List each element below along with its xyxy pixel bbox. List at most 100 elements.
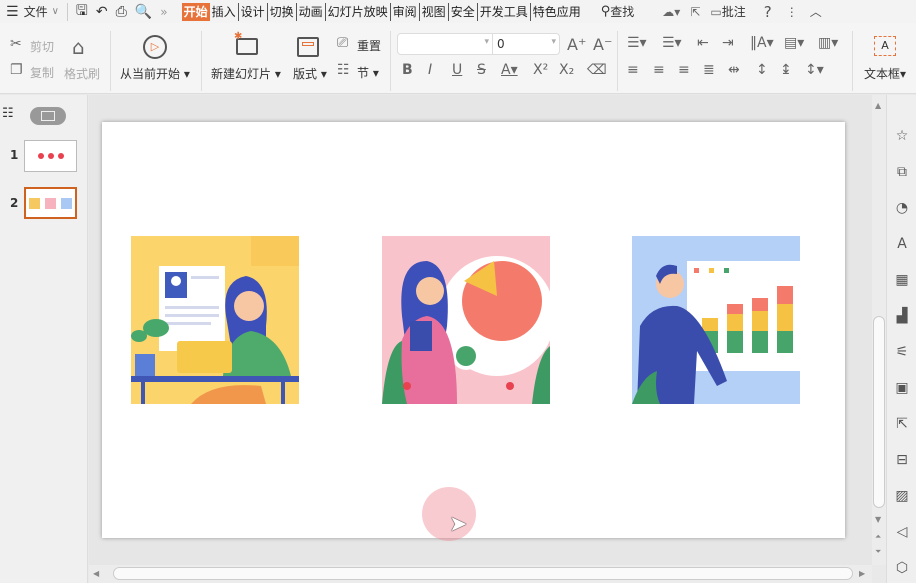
paragraph-spacing-icon[interactable]: ↨ [780, 62, 792, 78]
file-menu[interactable]: 文件 [24, 3, 48, 20]
next-slide-icon[interactable]: ⏷ [875, 547, 881, 557]
scroll-down-icon[interactable]: ▼ [875, 515, 881, 524]
tab-insert[interactable]: 插入 [210, 2, 239, 21]
chevron-down-icon[interactable]: ∨ [52, 6, 59, 17]
textbox-button[interactable]: 文本框▾ [864, 65, 906, 82]
help-button[interactable]: ? [764, 3, 772, 21]
print-preview-icon[interactable]: 🔍 [135, 4, 152, 20]
tab-transition[interactable]: 切换 [268, 2, 297, 21]
more-icon[interactable]: » [160, 5, 167, 19]
spacing-options-icon[interactable]: ↕▾ [805, 62, 824, 78]
slide-number: 1 [10, 148, 19, 162]
tab-special[interactable]: 特色应用 [531, 3, 583, 21]
numbered-list-icon[interactable]: ☰▾ [662, 35, 682, 51]
share-icon[interactable]: ⇱ [690, 5, 700, 19]
eraser-icon[interactable]: ⌫ [587, 62, 607, 78]
cloud-icon[interactable]: ☁▾ [662, 5, 680, 19]
textbox-icon: A [874, 36, 896, 56]
search-icon[interactable]: ⚲ [601, 4, 611, 19]
comment-button[interactable]: 批注 [722, 3, 746, 20]
comment-icon[interactable]: ▭ [710, 5, 721, 19]
tab-review[interactable]: 审阅 [391, 2, 420, 21]
tab-developer[interactable]: 开发工具 [478, 2, 531, 21]
security-badge-icon[interactable]: ⬡ [893, 559, 911, 577]
italic-icon[interactable]: I [428, 62, 432, 78]
undo-icon[interactable]: ↶ [96, 4, 108, 20]
justify-icon[interactable]: ≣ [703, 62, 715, 78]
bold-icon[interactable]: B [402, 62, 413, 78]
chart-icon[interactable]: ▟ [893, 307, 911, 325]
section-button[interactable]: 节 ▾ [357, 64, 379, 81]
copy-icon: ❐ [10, 62, 23, 78]
transition-icon[interactable]: ⧉ [893, 163, 911, 181]
align-left-icon[interactable]: ≡ [627, 62, 639, 78]
superscript-icon[interactable]: X² [533, 62, 548, 78]
shapes-icon[interactable]: ◔ [893, 199, 911, 217]
tab-design[interactable]: 设计 [239, 2, 268, 21]
horizontal-scroll-thumb[interactable] [113, 567, 853, 580]
slide-view-toggle[interactable] [30, 107, 66, 125]
man-presenting-bar-chart-illustration[interactable] [632, 236, 800, 404]
outline-view-icon[interactable]: ☷ [2, 106, 14, 121]
share-export-icon[interactable]: ⇱ [893, 415, 911, 433]
slide-thumbnail-1[interactable] [24, 140, 77, 172]
distribute-icon[interactable]: ⇹ [728, 62, 740, 78]
decrease-font-icon[interactable]: A⁻ [593, 35, 612, 54]
picture-gallery-icon[interactable]: ▣ [893, 379, 911, 397]
new-slide-button[interactable]: 新建幻灯片 ▾ [211, 65, 281, 82]
align-right-icon[interactable]: ≡ [678, 62, 690, 78]
vertical-scrollbar[interactable]: ▲ ▼ ⏶ ⏷ [872, 95, 886, 565]
cut-button[interactable]: 剪切 [30, 38, 54, 55]
settings-sliders-icon[interactable]: ⚟ [893, 343, 911, 361]
subscript-icon[interactable]: X₂ [559, 62, 574, 78]
sound-icon[interactable]: ◁ [893, 523, 911, 541]
hamburger-icon[interactable]: ☰ [6, 4, 19, 20]
woman-with-pie-chart-illustration[interactable] [382, 236, 550, 404]
reset-button[interactable]: 重置 [357, 37, 381, 54]
archive-icon[interactable]: ⊟ [893, 451, 911, 469]
woman-at-laptop-illustration[interactable] [131, 236, 299, 404]
underline-icon[interactable]: U [452, 62, 462, 78]
horizontal-scrollbar[interactable]: ◀ ▶ [89, 565, 872, 583]
layout-button[interactable]: 版式 ▾ [293, 65, 327, 82]
print-icon[interactable]: ⎙ [116, 4, 127, 20]
layout-icon [297, 37, 319, 57]
previous-slide-icon[interactable]: ⏶ [875, 532, 881, 542]
increase-font-icon[interactable]: A⁺ [567, 35, 586, 54]
bullet-list-icon[interactable]: ☰▾ [627, 35, 647, 51]
tab-security[interactable]: 安全 [449, 2, 478, 21]
decrease-indent-icon[interactable]: ⇤ [697, 35, 709, 51]
grid-icon[interactable]: ▦ [893, 271, 911, 289]
search-button[interactable]: 查找 [610, 3, 634, 20]
tab-animation[interactable]: 动画 [297, 2, 326, 21]
play-from-current-button[interactable]: 从当前开始 ▾ [120, 65, 190, 82]
align-text-icon[interactable]: ▤▾ [784, 35, 804, 51]
more-options-icon[interactable]: ⋮ [786, 5, 798, 19]
slide-thumbnail-2[interactable] [24, 187, 77, 219]
save-icon[interactable]: 🖫 [76, 0, 88, 24]
copy-button[interactable]: 复制 [30, 64, 54, 81]
text-direction-icon[interactable]: ‖A▾ [750, 35, 774, 51]
tab-home[interactable]: 开始 [181, 2, 210, 21]
tab-view[interactable]: 视图 [420, 2, 449, 21]
align-center-icon[interactable]: ≡ [653, 62, 665, 78]
font-name-select[interactable]: ▾ [397, 33, 493, 55]
text-style-icon[interactable]: A [893, 235, 911, 253]
scroll-up-icon[interactable]: ▲ [875, 101, 881, 110]
scroll-left-icon[interactable]: ◀ [93, 569, 99, 578]
scissors-icon: ✂ [10, 36, 22, 52]
vertical-scroll-thumb[interactable] [873, 316, 885, 508]
increase-indent-icon[interactable]: ⇥ [722, 35, 734, 51]
tab-slideshow[interactable]: 幻灯片放映 [326, 2, 391, 21]
strikethrough-icon[interactable]: S [477, 62, 486, 78]
column-icon[interactable]: ▥▾ [818, 35, 838, 51]
image-icon[interactable]: ▨ [893, 487, 911, 505]
animation-star-icon[interactable]: ☆ [893, 127, 911, 145]
collapse-ribbon-icon[interactable]: ︿ [810, 3, 822, 20]
font-size-select[interactable]: 0 ▾ [492, 33, 560, 55]
scroll-right-icon[interactable]: ▶ [859, 569, 865, 578]
format-painter-button[interactable]: 格式刷 [64, 65, 100, 82]
line-spacing-icon[interactable]: ↕ [756, 62, 768, 78]
font-color-icon[interactable]: A▾ [501, 62, 518, 78]
slide[interactable] [102, 122, 845, 538]
